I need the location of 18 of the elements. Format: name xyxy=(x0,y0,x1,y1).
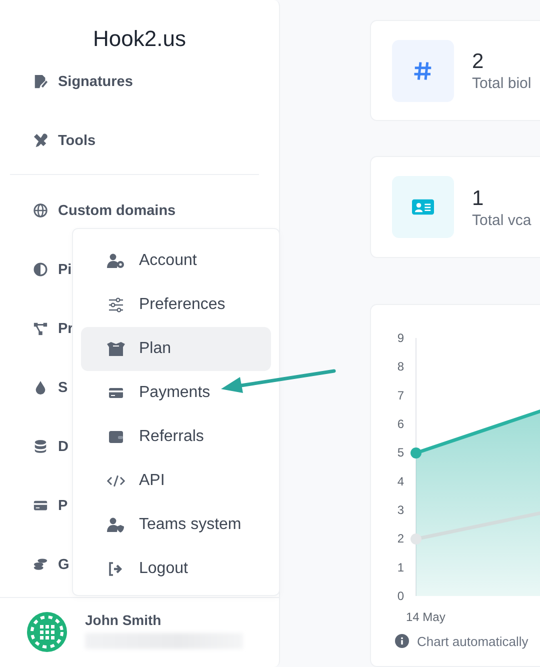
stat-value: 2 xyxy=(472,49,484,76)
y-axis-label: 1 xyxy=(397,560,404,574)
logo-text: Hook2.us xyxy=(92,25,187,52)
y-axis-label: 9 xyxy=(397,330,404,345)
y-axis-label: 3 xyxy=(397,502,404,517)
y-axis-label: 6 xyxy=(397,416,404,431)
y-axis-label: 5 xyxy=(397,445,404,460)
y-axis-label: 4 xyxy=(397,474,404,488)
y-axis-label: 8 xyxy=(397,359,404,374)
stat-label: Total vca xyxy=(472,212,532,229)
y-axis-label: 7 xyxy=(397,388,404,402)
y-axis-label: 0 xyxy=(397,588,404,603)
x-axis-label: 14 May xyxy=(406,610,446,624)
chart-note: Chart automatically xyxy=(417,634,528,649)
stat-value: 1 xyxy=(472,186,484,212)
stat-label: Total biol xyxy=(472,75,532,92)
user-name: John Smith xyxy=(85,612,162,628)
y-axis-label: 2 xyxy=(397,531,404,546)
